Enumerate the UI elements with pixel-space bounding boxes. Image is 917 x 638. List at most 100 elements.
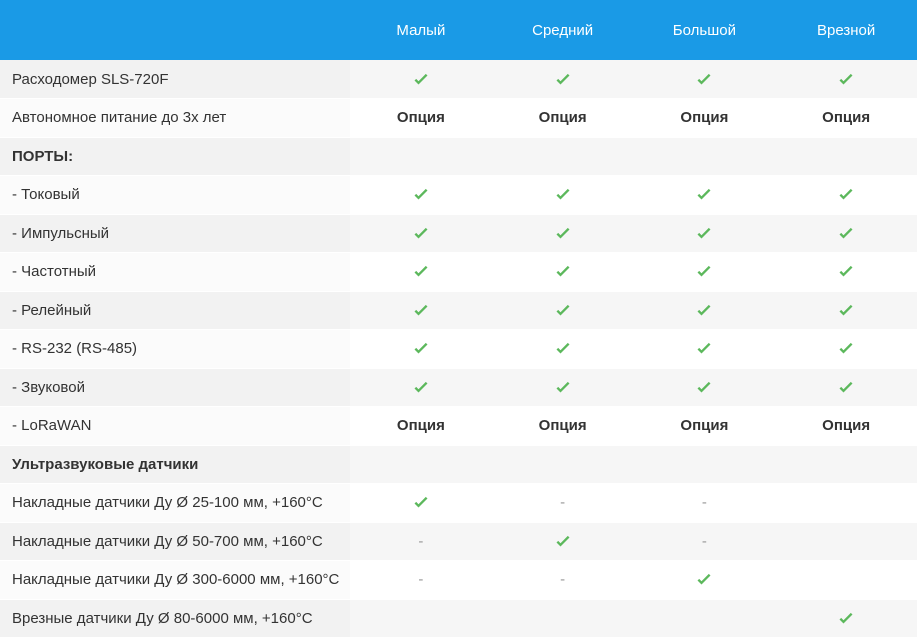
dash-placeholder: - bbox=[701, 532, 707, 550]
value-cell bbox=[350, 291, 492, 330]
value-cell: - bbox=[491, 483, 634, 523]
table-row: - Звуковой bbox=[0, 368, 917, 407]
value-cell bbox=[775, 560, 917, 600]
value-cell: Опция bbox=[633, 406, 776, 446]
option-label: Опция bbox=[822, 417, 871, 435]
table-row: - Импульсный bbox=[0, 214, 917, 253]
checkmark-icon bbox=[838, 611, 854, 627]
table-body: Расходомер SLS-720F Автономное питание до… bbox=[0, 60, 917, 638]
checkmark-icon bbox=[413, 303, 429, 319]
value-cell bbox=[633, 560, 776, 600]
table-row: Накладные датчики Ду Ø 300-6000 мм, +160… bbox=[0, 560, 917, 600]
value-cell bbox=[775, 483, 917, 523]
checkmark-icon bbox=[696, 303, 712, 319]
row-label-cell: - RS-232 (RS-485) bbox=[0, 329, 350, 369]
checkmark-icon bbox=[555, 341, 571, 357]
row-label: - Импульсный bbox=[12, 224, 110, 242]
option-label: Опция bbox=[538, 417, 587, 435]
checkmark-icon bbox=[696, 341, 712, 357]
row-label: Накладные датчики Ду Ø 300-6000 мм, +160… bbox=[12, 571, 340, 589]
checkmark-icon bbox=[838, 341, 854, 357]
value-cell: Опция bbox=[491, 98, 634, 138]
comparison-table-container: Малый Средний Большой Врезной Расходомер… bbox=[0, 0, 917, 638]
value-cell: - bbox=[633, 483, 776, 523]
checkmark-icon bbox=[555, 303, 571, 319]
checkmark-icon bbox=[413, 72, 429, 88]
checkmark-icon bbox=[555, 72, 571, 88]
value-cell bbox=[491, 175, 634, 215]
value-cell bbox=[350, 329, 492, 369]
checkmark-icon bbox=[838, 264, 854, 280]
checkmark-icon bbox=[696, 187, 712, 203]
checkmark-icon bbox=[413, 187, 429, 203]
value-cell bbox=[775, 60, 917, 99]
value-cell bbox=[775, 252, 917, 292]
value-cell bbox=[775, 329, 917, 369]
option-label: Опция bbox=[680, 109, 729, 127]
row-label-cell: Накладные датчики Ду Ø 300-6000 мм, +160… bbox=[0, 560, 350, 600]
value-cell bbox=[775, 599, 917, 638]
value-cell: - bbox=[350, 560, 492, 600]
value-cell bbox=[350, 60, 492, 99]
header-col-medium: Средний bbox=[532, 21, 594, 39]
value-cell bbox=[775, 445, 917, 484]
value-cell bbox=[491, 329, 634, 369]
value-cell bbox=[350, 137, 492, 176]
option-label: Опция bbox=[538, 109, 587, 127]
row-label: Расходомер SLS-720F bbox=[12, 70, 169, 88]
value-cell bbox=[633, 252, 776, 292]
row-label: Врезные датчики Ду Ø 80-6000 мм, +160°C bbox=[12, 609, 313, 627]
row-label-cell: Накладные датчики Ду Ø 25-100 мм, +160°C bbox=[0, 483, 350, 523]
checkmark-icon bbox=[696, 380, 712, 396]
table-row: Расходомер SLS-720F bbox=[0, 60, 917, 99]
checkmark-icon bbox=[696, 72, 712, 88]
value-cell bbox=[633, 291, 776, 330]
checkmark-icon bbox=[555, 380, 571, 396]
value-cell bbox=[491, 291, 634, 330]
checkmark-icon bbox=[696, 572, 712, 588]
value-cell bbox=[633, 60, 776, 99]
table-row: - Токовый bbox=[0, 175, 917, 215]
row-label: - Звуковой bbox=[12, 378, 85, 396]
checkmark-icon bbox=[413, 264, 429, 280]
row-label-cell: - Звуковой bbox=[0, 368, 350, 407]
value-cell bbox=[491, 137, 634, 176]
header-row: Малый Средний Большой Врезной bbox=[0, 0, 917, 60]
value-cell bbox=[633, 368, 776, 407]
table-row: - Релейный bbox=[0, 291, 917, 330]
value-cell bbox=[775, 175, 917, 215]
value-cell bbox=[350, 445, 492, 484]
value-cell: Опция bbox=[350, 98, 492, 138]
row-label-cell: ПОРТЫ: bbox=[0, 137, 350, 176]
value-cell: Опция bbox=[350, 406, 492, 446]
value-cell bbox=[350, 252, 492, 292]
value-cell bbox=[633, 214, 776, 253]
row-label: - Релейный bbox=[12, 301, 92, 319]
row-label-cell: - Импульсный bbox=[0, 214, 350, 253]
checkmark-icon bbox=[413, 495, 429, 511]
value-cell bbox=[491, 599, 634, 638]
value-cell bbox=[491, 252, 634, 292]
row-label: Ультразвуковые датчики bbox=[12, 455, 199, 473]
row-label-cell: - Частотный bbox=[0, 252, 350, 292]
value-cell bbox=[350, 599, 492, 638]
row-label: ПОРТЫ: bbox=[12, 147, 74, 165]
header-empty-cell bbox=[0, 0, 350, 60]
header-col-small: Малый bbox=[396, 21, 446, 39]
value-cell bbox=[350, 175, 492, 215]
dash-placeholder: - bbox=[560, 494, 566, 512]
table-row: ПОРТЫ: bbox=[0, 137, 917, 176]
value-cell bbox=[491, 445, 634, 484]
row-label-cell: - LoRaWAN bbox=[0, 406, 350, 446]
checkmark-icon bbox=[413, 380, 429, 396]
checkmark-icon bbox=[555, 264, 571, 280]
checkmark-icon bbox=[555, 534, 571, 550]
value-cell bbox=[491, 522, 634, 561]
value-cell bbox=[775, 214, 917, 253]
value-cell bbox=[633, 445, 776, 484]
table-row: Накладные датчики Ду Ø 50-700 мм, +160°C… bbox=[0, 522, 917, 561]
table-row: Автономное питание до 3х лет Опция Опция Оп… bbox=[0, 98, 917, 138]
table-row: - RS-232 (RS-485) bbox=[0, 329, 917, 369]
table-row: Ультразвуковые датчики bbox=[0, 445, 917, 484]
checkmark-icon bbox=[696, 264, 712, 280]
